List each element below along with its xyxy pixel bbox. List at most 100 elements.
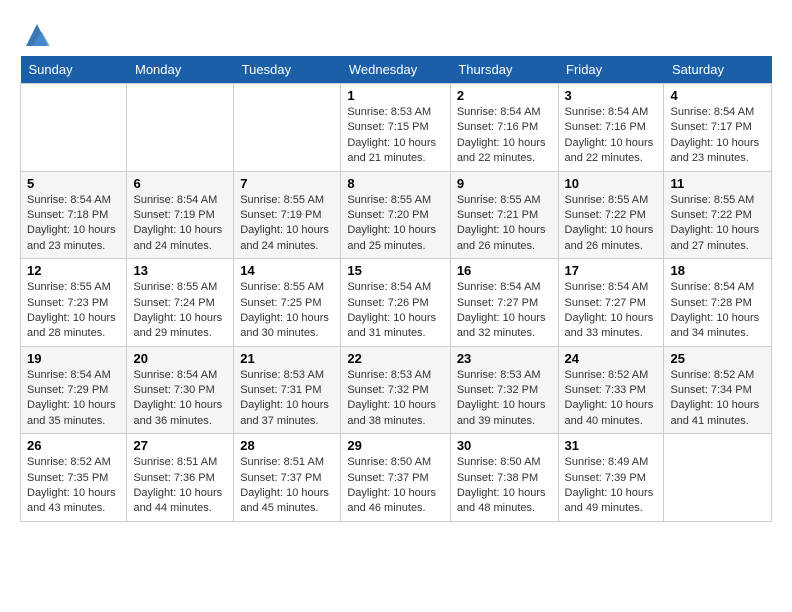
sunrise-text: Sunrise: 8:50 AM — [347, 456, 431, 468]
cell-info: Sunrise: 8:53 AM Sunset: 7:31 PM Dayligh… — [240, 368, 334, 430]
logo — [20, 20, 52, 46]
cell-info: Sunrise: 8:54 AM Sunset: 7:17 PM Dayligh… — [670, 105, 765, 167]
calendar-cell: 31 Sunrise: 8:49 AM Sunset: 7:39 PM Dayl… — [558, 434, 664, 522]
calendar-cell: 22 Sunrise: 8:53 AM Sunset: 7:32 PM Dayl… — [341, 346, 450, 434]
sunrise-text: Sunrise: 8:53 AM — [347, 106, 431, 118]
calendar-cell: 23 Sunrise: 8:53 AM Sunset: 7:32 PM Dayl… — [450, 346, 558, 434]
daylight-text: Daylight: 10 hours and 24 minutes. — [133, 224, 222, 251]
day-number: 13 — [133, 263, 227, 278]
cell-info: Sunrise: 8:54 AM Sunset: 7:27 PM Dayligh… — [565, 280, 658, 342]
sunrise-text: Sunrise: 8:54 AM — [457, 106, 541, 118]
sunrise-text: Sunrise: 8:52 AM — [565, 369, 649, 381]
day-number: 3 — [565, 88, 658, 103]
cell-info: Sunrise: 8:55 AM Sunset: 7:22 PM Dayligh… — [565, 193, 658, 255]
sunset-text: Sunset: 7:23 PM — [27, 297, 108, 309]
calendar-cell — [21, 84, 127, 172]
sunset-text: Sunset: 7:25 PM — [240, 297, 321, 309]
sunset-text: Sunset: 7:36 PM — [133, 472, 214, 484]
sunset-text: Sunset: 7:32 PM — [347, 384, 428, 396]
day-number: 17 — [565, 263, 658, 278]
sunrise-text: Sunrise: 8:55 AM — [133, 281, 217, 293]
sunset-text: Sunset: 7:18 PM — [27, 209, 108, 221]
sunrise-text: Sunrise: 8:52 AM — [670, 369, 754, 381]
day-number: 30 — [457, 438, 552, 453]
calendar-cell: 29 Sunrise: 8:50 AM Sunset: 7:37 PM Dayl… — [341, 434, 450, 522]
calendar-cell: 20 Sunrise: 8:54 AM Sunset: 7:30 PM Dayl… — [127, 346, 234, 434]
weekday-header-tuesday: Tuesday — [234, 56, 341, 84]
sunset-text: Sunset: 7:22 PM — [670, 209, 751, 221]
sunrise-text: Sunrise: 8:54 AM — [457, 281, 541, 293]
weekday-header-row: SundayMondayTuesdayWednesdayThursdayFrid… — [21, 56, 772, 84]
calendar-table: SundayMondayTuesdayWednesdayThursdayFrid… — [20, 56, 772, 522]
sunset-text: Sunset: 7:16 PM — [565, 121, 646, 133]
calendar-cell: 2 Sunrise: 8:54 AM Sunset: 7:16 PM Dayli… — [450, 84, 558, 172]
sunset-text: Sunset: 7:39 PM — [565, 472, 646, 484]
sunrise-text: Sunrise: 8:49 AM — [565, 456, 649, 468]
sunrise-text: Sunrise: 8:55 AM — [670, 194, 754, 206]
day-number: 25 — [670, 351, 765, 366]
day-number: 23 — [457, 351, 552, 366]
sunrise-text: Sunrise: 8:53 AM — [347, 369, 431, 381]
sunrise-text: Sunrise: 8:54 AM — [565, 281, 649, 293]
sunrise-text: Sunrise: 8:55 AM — [457, 194, 541, 206]
sunset-text: Sunset: 7:17 PM — [670, 121, 751, 133]
sunset-text: Sunset: 7:19 PM — [240, 209, 321, 221]
calendar-cell: 3 Sunrise: 8:54 AM Sunset: 7:16 PM Dayli… — [558, 84, 664, 172]
week-row-2: 5 Sunrise: 8:54 AM Sunset: 7:18 PM Dayli… — [21, 171, 772, 259]
weekday-header-friday: Friday — [558, 56, 664, 84]
sunrise-text: Sunrise: 8:54 AM — [27, 194, 111, 206]
sunset-text: Sunset: 7:31 PM — [240, 384, 321, 396]
day-number: 21 — [240, 351, 334, 366]
calendar-cell: 8 Sunrise: 8:55 AM Sunset: 7:20 PM Dayli… — [341, 171, 450, 259]
daylight-text: Daylight: 10 hours and 31 minutes. — [347, 312, 436, 339]
day-number: 5 — [27, 176, 120, 191]
cell-info: Sunrise: 8:49 AM Sunset: 7:39 PM Dayligh… — [565, 455, 658, 517]
calendar-cell: 27 Sunrise: 8:51 AM Sunset: 7:36 PM Dayl… — [127, 434, 234, 522]
cell-info: Sunrise: 8:51 AM Sunset: 7:36 PM Dayligh… — [133, 455, 227, 517]
daylight-text: Daylight: 10 hours and 35 minutes. — [27, 399, 116, 426]
sunrise-text: Sunrise: 8:51 AM — [133, 456, 217, 468]
daylight-text: Daylight: 10 hours and 25 minutes. — [347, 224, 436, 251]
daylight-text: Daylight: 10 hours and 46 minutes. — [347, 487, 436, 514]
daylight-text: Daylight: 10 hours and 34 minutes. — [670, 312, 759, 339]
daylight-text: Daylight: 10 hours and 23 minutes. — [670, 137, 759, 164]
cell-info: Sunrise: 8:54 AM Sunset: 7:29 PM Dayligh… — [27, 368, 120, 430]
cell-info: Sunrise: 8:55 AM Sunset: 7:22 PM Dayligh… — [670, 193, 765, 255]
sunrise-text: Sunrise: 8:54 AM — [133, 194, 217, 206]
sunset-text: Sunset: 7:21 PM — [457, 209, 538, 221]
week-row-3: 12 Sunrise: 8:55 AM Sunset: 7:23 PM Dayl… — [21, 259, 772, 347]
sunrise-text: Sunrise: 8:54 AM — [670, 281, 754, 293]
daylight-text: Daylight: 10 hours and 37 minutes. — [240, 399, 329, 426]
cell-info: Sunrise: 8:54 AM Sunset: 7:16 PM Dayligh… — [457, 105, 552, 167]
day-number: 31 — [565, 438, 658, 453]
calendar-cell: 16 Sunrise: 8:54 AM Sunset: 7:27 PM Dayl… — [450, 259, 558, 347]
daylight-text: Daylight: 10 hours and 24 minutes. — [240, 224, 329, 251]
logo-icon — [22, 20, 52, 50]
daylight-text: Daylight: 10 hours and 29 minutes. — [133, 312, 222, 339]
sunrise-text: Sunrise: 8:55 AM — [347, 194, 431, 206]
cell-info: Sunrise: 8:54 AM Sunset: 7:27 PM Dayligh… — [457, 280, 552, 342]
page-header — [20, 20, 772, 46]
daylight-text: Daylight: 10 hours and 28 minutes. — [27, 312, 116, 339]
sunset-text: Sunset: 7:35 PM — [27, 472, 108, 484]
calendar-cell: 9 Sunrise: 8:55 AM Sunset: 7:21 PM Dayli… — [450, 171, 558, 259]
cell-info: Sunrise: 8:54 AM Sunset: 7:16 PM Dayligh… — [565, 105, 658, 167]
calendar-cell: 17 Sunrise: 8:54 AM Sunset: 7:27 PM Dayl… — [558, 259, 664, 347]
sunrise-text: Sunrise: 8:54 AM — [27, 369, 111, 381]
sunset-text: Sunset: 7:28 PM — [670, 297, 751, 309]
calendar-cell: 19 Sunrise: 8:54 AM Sunset: 7:29 PM Dayl… — [21, 346, 127, 434]
daylight-text: Daylight: 10 hours and 44 minutes. — [133, 487, 222, 514]
sunset-text: Sunset: 7:37 PM — [347, 472, 428, 484]
week-row-5: 26 Sunrise: 8:52 AM Sunset: 7:35 PM Dayl… — [21, 434, 772, 522]
calendar-cell: 21 Sunrise: 8:53 AM Sunset: 7:31 PM Dayl… — [234, 346, 341, 434]
day-number: 26 — [27, 438, 120, 453]
calendar-cell: 7 Sunrise: 8:55 AM Sunset: 7:19 PM Dayli… — [234, 171, 341, 259]
daylight-text: Daylight: 10 hours and 36 minutes. — [133, 399, 222, 426]
calendar-cell: 4 Sunrise: 8:54 AM Sunset: 7:17 PM Dayli… — [664, 84, 772, 172]
daylight-text: Daylight: 10 hours and 23 minutes. — [27, 224, 116, 251]
sunrise-text: Sunrise: 8:53 AM — [457, 369, 541, 381]
calendar-cell: 13 Sunrise: 8:55 AM Sunset: 7:24 PM Dayl… — [127, 259, 234, 347]
sunset-text: Sunset: 7:16 PM — [457, 121, 538, 133]
day-number: 2 — [457, 88, 552, 103]
calendar-cell: 28 Sunrise: 8:51 AM Sunset: 7:37 PM Dayl… — [234, 434, 341, 522]
